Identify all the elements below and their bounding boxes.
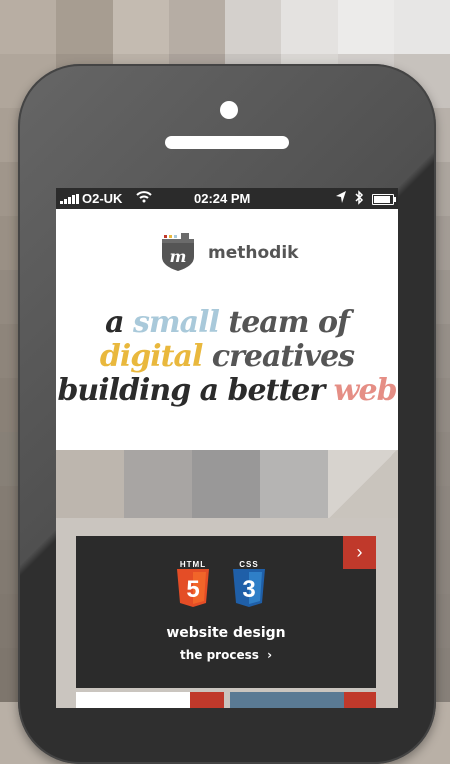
carrier-name: O2-UK	[82, 191, 123, 206]
chevron-right-icon: ›	[267, 648, 273, 662]
clock: 02:24 PM	[194, 191, 251, 206]
bluetooth-icon	[354, 190, 364, 208]
tagline-word: team	[228, 305, 309, 340]
card-arrow-button[interactable]: ›	[343, 536, 376, 569]
css3-label: CSS	[239, 560, 259, 569]
tagline-word-highlight: web	[333, 373, 398, 408]
the-process-link[interactable]: the process ›	[76, 648, 376, 662]
next-card-strip-accent	[190, 692, 224, 708]
methodik-shield-icon: m	[161, 233, 195, 271]
tagline-word-highlight: digital	[99, 339, 203, 374]
html5-icon: HTML 5	[176, 560, 210, 611]
website-design-card[interactable]: › HTML 5 CSS 3 website design the proces…	[76, 536, 376, 688]
tagline-line-3: building a better web	[56, 374, 398, 408]
tagline-word: a	[105, 305, 124, 340]
css3-icon: CSS 3	[232, 560, 266, 611]
tagline-word-highlight: small	[133, 305, 220, 340]
the-process-label: the process	[179, 648, 259, 662]
next-card-strip-2-accent	[344, 692, 376, 708]
brand-name: methodik	[208, 243, 299, 263]
tagline-word: creatives	[211, 339, 355, 374]
tagline-word: of	[317, 305, 350, 340]
brand-logo[interactable]: m methodik	[161, 233, 298, 271]
html5-version: 5	[186, 576, 199, 603]
html5-label: HTML	[179, 560, 207, 569]
battery-icon	[372, 194, 396, 205]
wifi-icon	[136, 191, 152, 206]
next-card-strip	[76, 692, 190, 708]
css3-version: 3	[242, 576, 255, 603]
next-card-strip-2	[230, 692, 344, 708]
signal-strength-icon	[60, 194, 80, 204]
location-arrow-icon	[335, 190, 347, 207]
hero-tagline: a small team of digital creatives buildi…	[56, 306, 398, 408]
status-bar: O2-UK 02:24 PM	[56, 188, 398, 209]
tagline-line-2: digital creatives	[56, 340, 398, 374]
earpiece-speaker	[165, 136, 289, 149]
tagline-word: building a better	[57, 373, 325, 408]
front-camera	[220, 101, 238, 119]
phone-screen: O2-UK 02:24 PM m methodik a small team o…	[56, 188, 398, 708]
card-title: website design	[166, 625, 286, 641]
svg-text:m: m	[170, 247, 187, 266]
tagline-line-1: a small team of	[56, 306, 398, 340]
